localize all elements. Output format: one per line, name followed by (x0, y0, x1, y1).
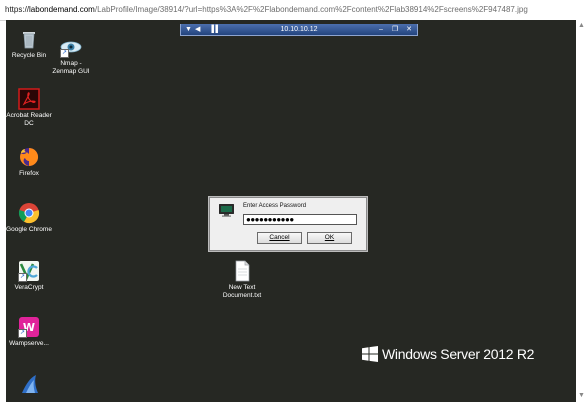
firefox-icon (18, 146, 40, 168)
minimize-icon[interactable]: – (377, 24, 385, 35)
desktop-icon-zenmap[interactable]: ↗ Nmap - Zenmap GUI (48, 36, 94, 76)
restore-icon[interactable]: ❐ (391, 24, 399, 35)
password-input[interactable]: ●●●●●●●●●●● (243, 214, 357, 225)
desktop-icon-partial[interactable] (6, 372, 52, 396)
windows-logo-icon (362, 346, 378, 365)
brand-text: Windows Server 2012 R2 (382, 346, 535, 363)
cancel-button-label: Cancel (269, 234, 290, 241)
url-text[interactable]: https://labondemand.com/LabProfile/Image… (5, 5, 528, 14)
shortcut-arrow-icon: ↗ (18, 273, 27, 282)
desktop-icon-wampserver[interactable]: W ↗ Wampserve... (6, 316, 52, 348)
text-file-icon (231, 260, 253, 282)
scroll-up-icon[interactable]: ▲ (578, 22, 585, 29)
desktop-icon-label: VeraCrypt (14, 284, 44, 291)
desktop-icon-chrome[interactable]: Google Chrome (6, 202, 52, 234)
ok-button[interactable]: OK (307, 232, 352, 244)
veracrypt-icon: ↗ (18, 260, 40, 282)
rdp-connection-bar[interactable]: ▼ ◀ ▐▐ 10.10.10.12 – ❐ ✕ (180, 24, 418, 36)
browser-address-bar[interactable]: https://labondemand.com/LabProfile/Image… (0, 0, 587, 21)
desktop-icon-recycle-bin[interactable]: Recycle Bin (6, 28, 52, 60)
monitor-icon (219, 204, 234, 217)
desktop-icon-label: Google Chrome (6, 226, 52, 233)
desktop-icon-label: Acrobat Reader DC (6, 112, 52, 127)
desktop-icon-label: Recycle Bin (11, 52, 47, 59)
chrome-icon (18, 202, 40, 224)
cancel-button[interactable]: Cancel (257, 232, 302, 244)
url-domain: labondemand.com (29, 5, 95, 14)
acrobat-icon (18, 88, 40, 110)
close-icon[interactable]: ✕ (405, 24, 413, 35)
access-password-dialog: Enter Access Password ●●●●●●●●●●● Cancel… (209, 197, 367, 251)
desktop-icon-label: Firefox (19, 170, 39, 177)
desktop-icon-label: Nmap - Zenmap GUI (52, 60, 90, 75)
remote-desktop[interactable]: ▼ ◀ ▐▐ 10.10.10.12 – ❐ ✕ Recycle Bin ↗ N… (6, 20, 576, 402)
desktop-icon-veracrypt[interactable]: ↗ VeraCrypt (6, 260, 52, 292)
desktop-icon-text-document[interactable]: New Text Document.txt (219, 260, 265, 300)
desktop-icon-acrobat[interactable]: Acrobat Reader DC (6, 88, 52, 128)
shortcut-arrow-icon: ↗ (18, 329, 27, 338)
ok-button-label: OK (324, 234, 335, 241)
wampserver-icon: W ↗ (18, 316, 40, 338)
zenmap-icon: ↗ (60, 36, 82, 58)
app-icon (18, 372, 40, 394)
desktop-icon-label: Wampserve... (9, 340, 49, 347)
desktop-icon-firefox[interactable]: Firefox (6, 146, 52, 178)
windows-server-brand: Windows Server 2012 R2 (362, 346, 534, 365)
scroll-down-icon[interactable]: ▼ (578, 392, 585, 399)
page-scrollbar[interactable] (576, 20, 587, 402)
password-prompt-label: Enter Access Password (243, 203, 307, 209)
shortcut-arrow-icon: ↗ (60, 49, 69, 58)
desktop-icon-label: New Text Document.txt (222, 284, 262, 299)
url-scheme: https:// (5, 5, 30, 14)
url-path: /LabProfile/Image/38914/?url=https%3A%2F… (94, 5, 528, 14)
recycle-bin-icon (18, 28, 40, 50)
